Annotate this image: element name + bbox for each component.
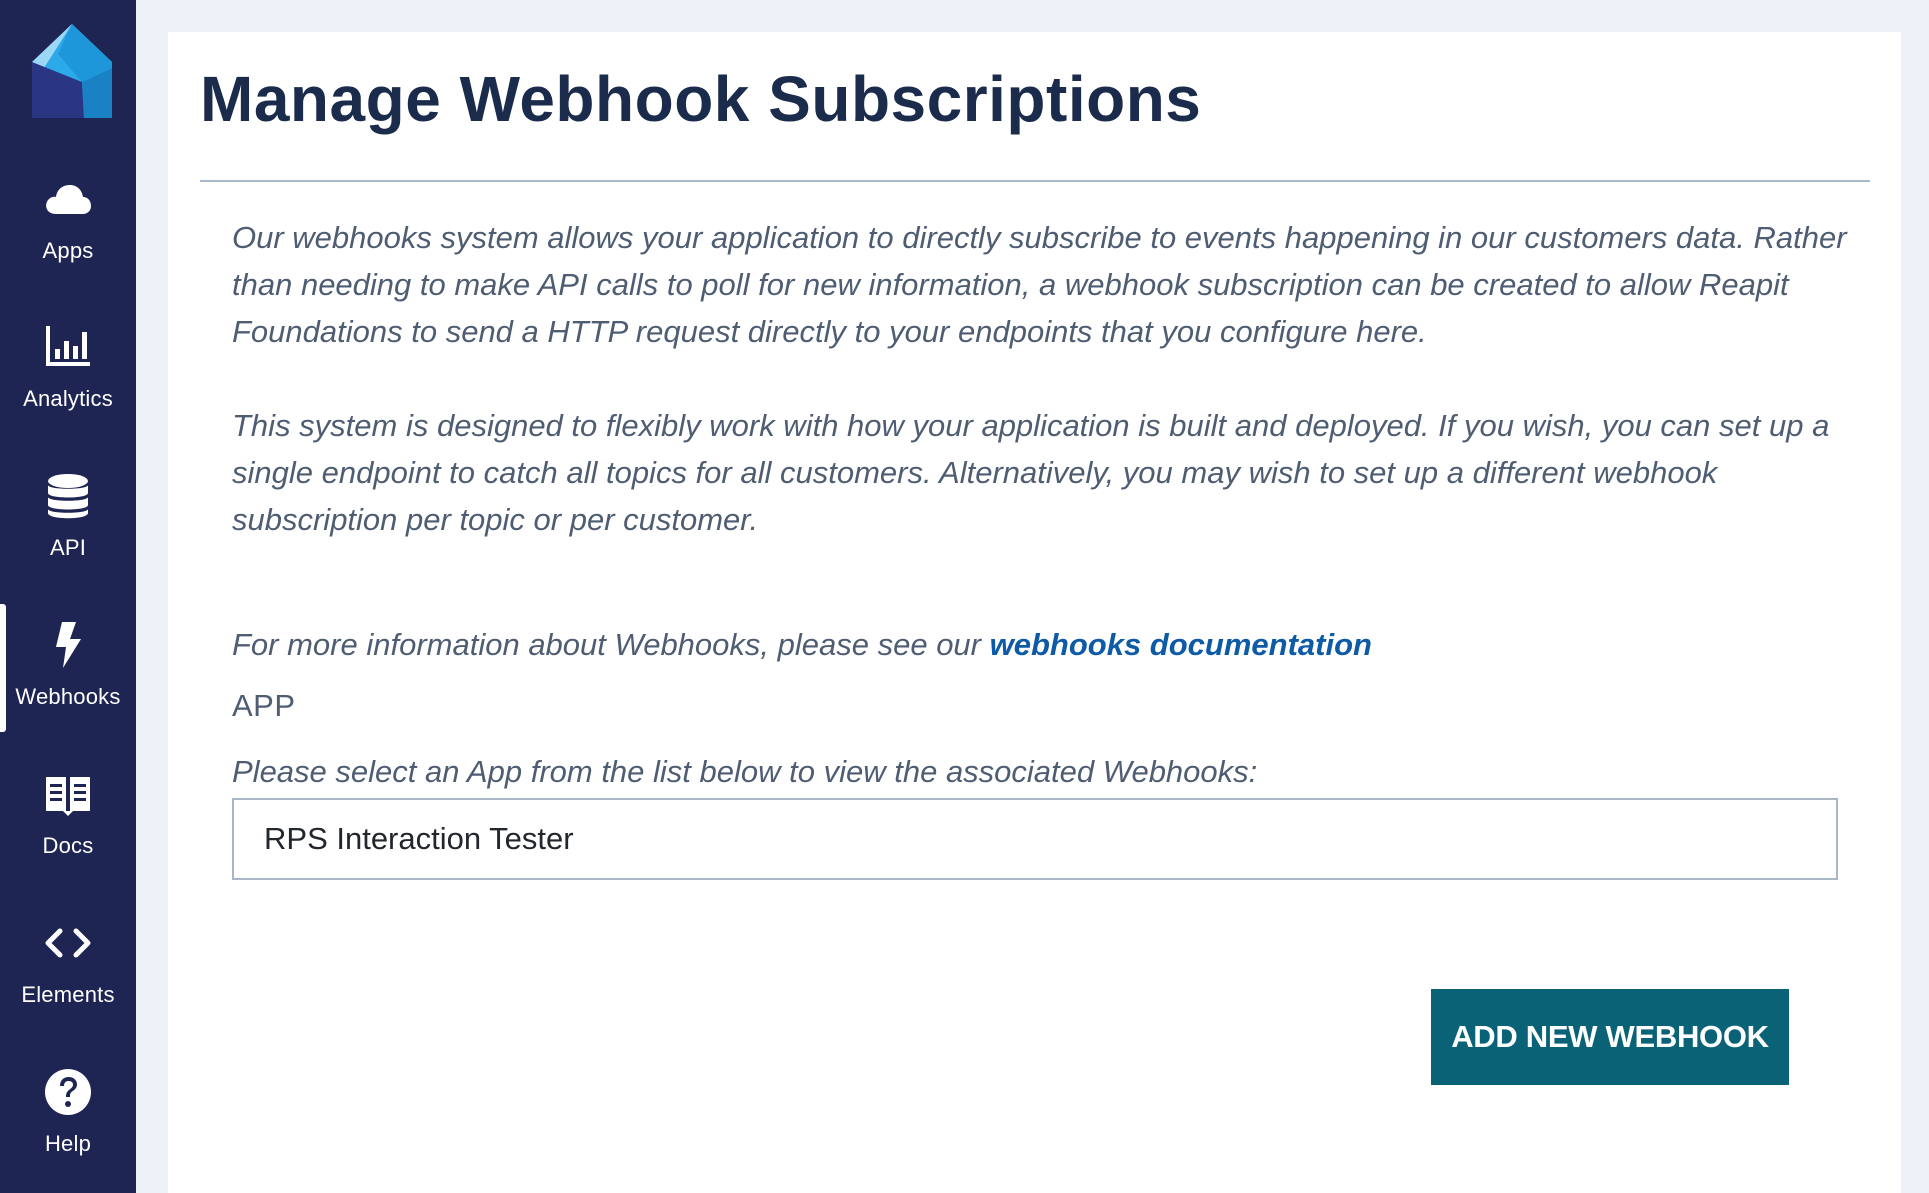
lightning-bolt-icon [43, 620, 93, 670]
sidebar-item-webhooks[interactable]: Webhooks [0, 598, 136, 738]
sidebar-item-label: Elements [21, 982, 115, 1007]
sidebar-item-label: API [49, 535, 87, 560]
more-info-text: For more information about Webhooks, ple… [232, 621, 1852, 668]
sidebar-item-analytics[interactable]: Analytics [0, 300, 136, 440]
page-title: Manage Webhook Subscriptions [200, 63, 1202, 135]
cloud-icon [43, 174, 93, 224]
sidebar-item-docs[interactable]: Docs [0, 747, 136, 887]
book-icon [43, 769, 93, 819]
sidebar-item-apps[interactable]: Apps [0, 152, 136, 292]
app-select-value: RPS Interaction Tester [264, 821, 574, 856]
more-info-prefix: For more information about Webhooks, ple… [232, 627, 990, 662]
sidebar-item-elements[interactable]: Elements [0, 896, 136, 1036]
code-brackets-icon [43, 918, 93, 968]
webhooks-documentation-link[interactable]: webhooks documentation [990, 627, 1372, 662]
sidebar-item-help[interactable]: Help [0, 1045, 136, 1185]
add-new-webhook-button[interactable]: ADD NEW WEBHOOK [1431, 989, 1789, 1085]
sidebar: Apps Analytics API Webhooks Docs Element… [0, 0, 136, 1193]
database-icon [43, 471, 93, 521]
intro-paragraph-2: This system is designed to flexibly work… [232, 408, 1830, 537]
sidebar-item-label: Analytics [23, 386, 113, 411]
intro-paragraph-1: Our webhooks system allows your applicat… [232, 220, 1847, 349]
app-select-hint: Please select an App from the list below… [232, 754, 1258, 789]
bar-chart-icon [43, 322, 93, 372]
app-section-label: APP [232, 688, 296, 723]
sidebar-item-label: Docs [42, 833, 94, 858]
title-divider [200, 180, 1870, 182]
sidebar-item-api[interactable]: API [0, 449, 136, 589]
reapit-logo[interactable] [32, 24, 112, 118]
question-circle-icon [43, 1067, 93, 1117]
sidebar-item-label: Webhooks [15, 684, 121, 709]
app-select[interactable]: RPS Interaction Tester [232, 798, 1838, 880]
sidebar-item-label: Apps [42, 238, 94, 263]
main-content: Manage Webhook Subscriptions Our webhook… [168, 32, 1901, 1193]
sidebar-item-label: Help [44, 1131, 92, 1156]
